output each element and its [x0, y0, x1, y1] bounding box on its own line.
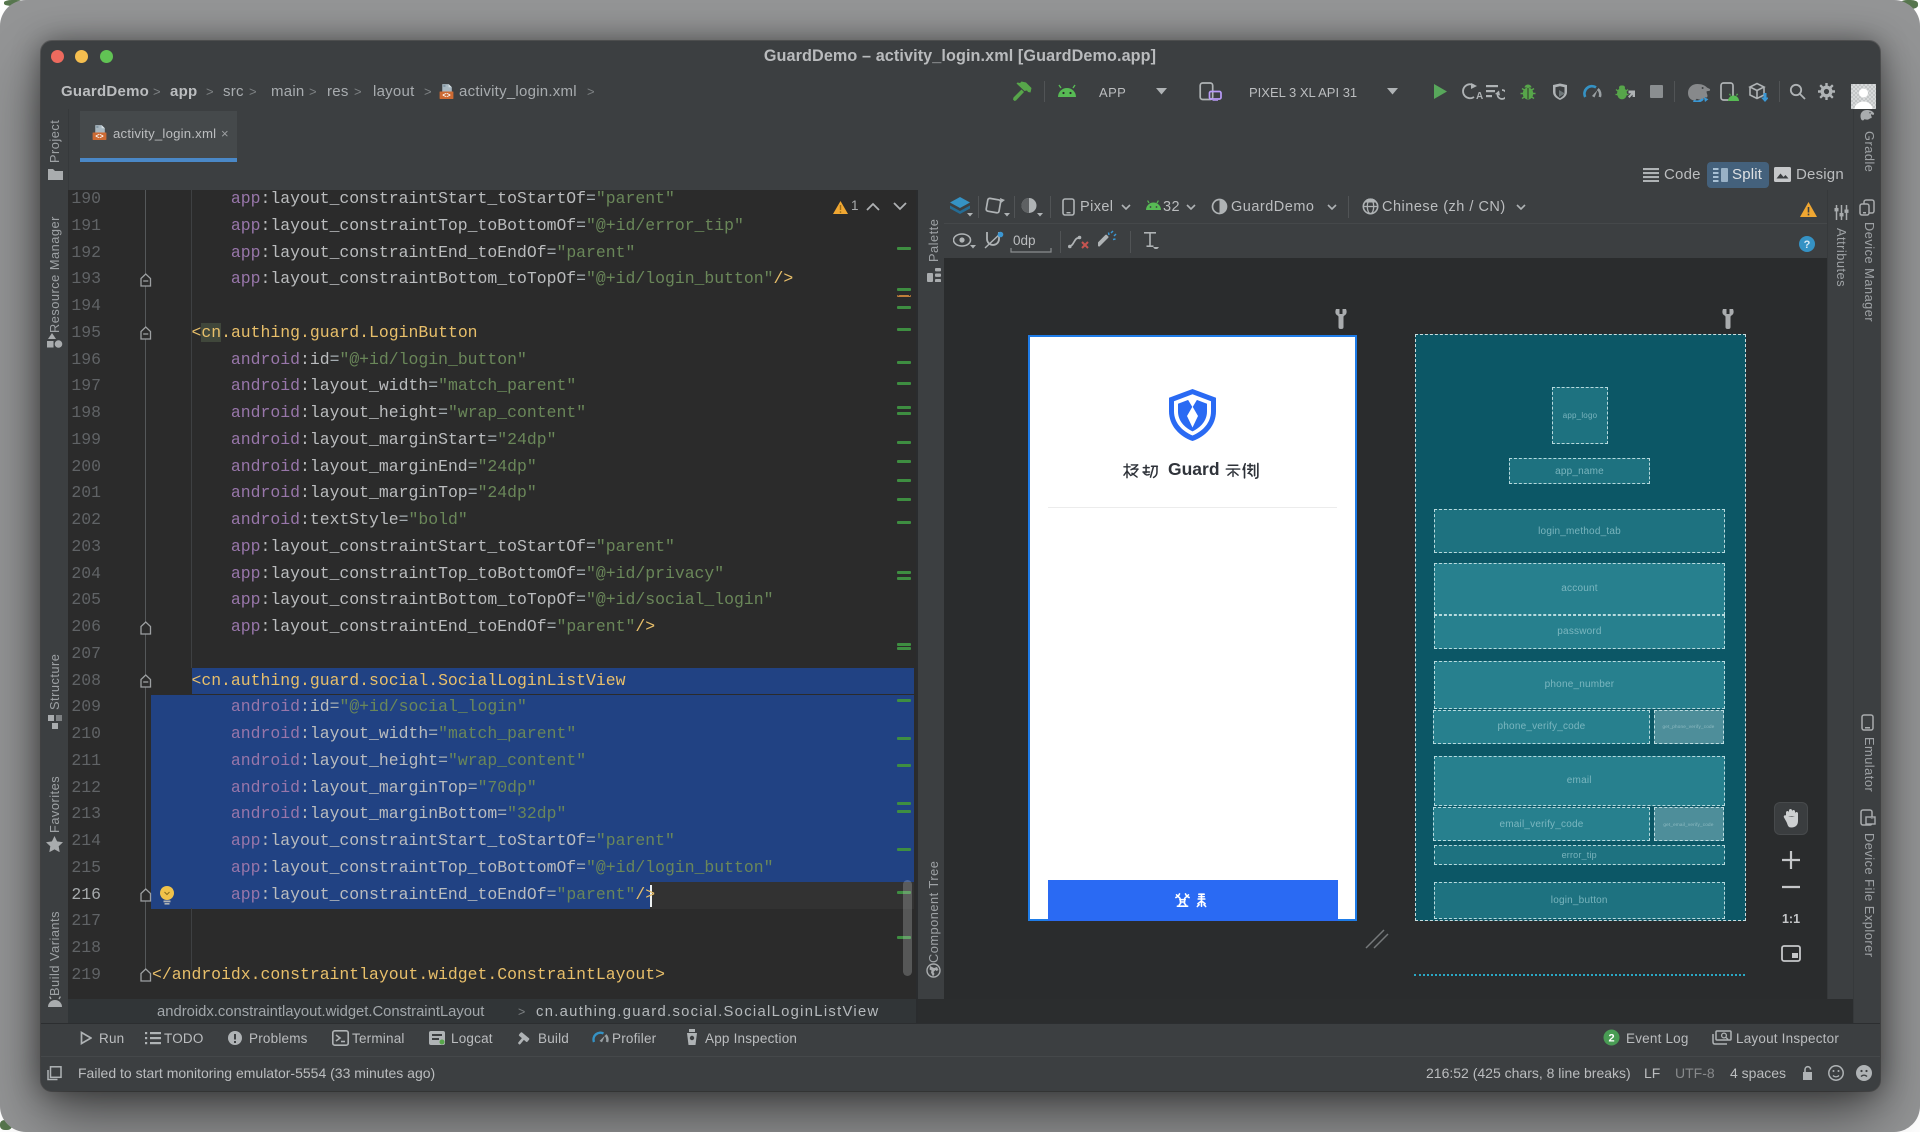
svg-text:2: 2: [1608, 1033, 1614, 1045]
svg-text:A: A: [1476, 91, 1483, 100]
svg-text:<>: <>: [95, 134, 103, 141]
svg-text:<>: <>: [442, 93, 450, 100]
svg-text:?: ?: [1804, 239, 1811, 251]
